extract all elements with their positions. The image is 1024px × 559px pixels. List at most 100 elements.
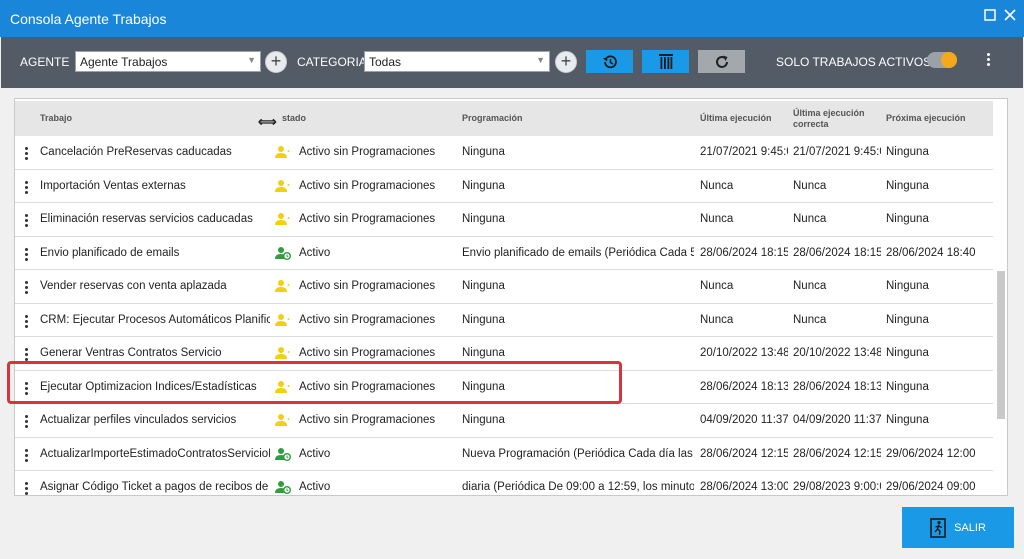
cell-ultima: Nunca xyxy=(700,213,734,225)
agente-label: AGENTE xyxy=(20,55,70,69)
column-header-programacion[interactable]: Programación xyxy=(462,101,523,136)
solo-activos-toggle[interactable] xyxy=(927,52,957,68)
column-header-ultima-correcta[interactable]: Última ejecución correcta xyxy=(793,101,878,136)
table-row[interactable]: Cancelación PreReservas caducadas Activo … xyxy=(15,136,993,170)
user-warning-icon xyxy=(275,212,291,226)
cell-trabajo: Actualizar perfiles vinculados servicios xyxy=(40,414,237,426)
user-clock-icon xyxy=(275,246,291,260)
cell-ultima: 28/06/2024 12:15: xyxy=(700,447,788,460)
delete-button[interactable] xyxy=(642,50,689,73)
cell-trabajo: Vender reservas con venta aplazada xyxy=(40,280,227,292)
table-row[interactable]: Importación Ventas externas Activo sin Pr… xyxy=(15,170,993,203)
table-row[interactable]: Ejecutar Optimizacion Indices/Estadístic… xyxy=(15,371,993,404)
scrollbar-thumb[interactable] xyxy=(997,271,1005,419)
row-menu-icon[interactable] xyxy=(23,214,29,228)
row-menu-icon[interactable] xyxy=(23,348,29,362)
row-menu-icon[interactable] xyxy=(23,247,29,262)
cell-ultima: 04/09/2020 11:37: xyxy=(700,414,788,426)
cell-correcta: 04/09/2020 11:37: xyxy=(793,414,881,426)
row-menu-icon[interactable] xyxy=(23,147,29,161)
add-categoria-button[interactable]: + xyxy=(555,51,577,73)
cell-estado: Activo sin Programaciones xyxy=(299,146,436,158)
categoria-select-value: Todas xyxy=(369,55,402,69)
user-warning-icon xyxy=(275,380,291,394)
row-menu-icon[interactable] xyxy=(23,314,29,329)
cell-estado: Activo sin Programaciones xyxy=(299,414,436,426)
cell-trabajo: Importación Ventas externas xyxy=(40,179,186,192)
grid-rows: Cancelación PreReservas caducadas Activo … xyxy=(15,136,993,495)
cell-proxima: Ninguna xyxy=(886,313,929,326)
cell-ultima: Nunca xyxy=(700,179,734,192)
table-row[interactable]: Generar Ventras Contratos Servicio Activo… xyxy=(15,337,993,371)
title-bar: Consola Agente Trabajos xyxy=(0,0,1024,37)
cell-estado: Activo sin Programaciones xyxy=(299,313,436,326)
cell-proxima: Ninguna xyxy=(886,179,929,192)
cell-estado: Activo xyxy=(299,246,331,259)
table-row[interactable]: Vender reservas con venta aplazada Activo… xyxy=(15,270,993,304)
exit-door-icon xyxy=(930,517,946,538)
column-header-estado[interactable]: stado xyxy=(282,101,306,136)
agente-select-value: Agente Trabajos xyxy=(80,55,168,69)
cell-programacion: Ninguna xyxy=(462,347,505,359)
row-menu-icon[interactable] xyxy=(23,448,29,463)
row-menu-icon[interactable] xyxy=(23,281,29,295)
exit-button-label: SALIR xyxy=(954,521,986,534)
table-row[interactable]: Envio planificado de emails Activo Envio p… xyxy=(15,237,993,270)
cell-programacion: Ninguna xyxy=(462,280,505,292)
agente-select[interactable]: Agente Trabajos ▼ xyxy=(75,51,261,72)
column-header-proxima-ejecucion[interactable]: Próxima ejecución xyxy=(886,101,966,136)
refresh-icon xyxy=(715,55,728,68)
chevron-down-icon: ▼ xyxy=(536,55,545,65)
vertical-scrollbar[interactable] xyxy=(996,136,1006,494)
cell-trabajo: CRM: Ejecutar Procesos Automáticos Plani… xyxy=(40,313,270,326)
exit-button[interactable]: SALIR xyxy=(902,507,1014,548)
column-header-ultima-ejecucion[interactable]: Última ejecución xyxy=(700,101,772,136)
user-warning-icon xyxy=(275,145,291,159)
grid-header: Trabajo stado Programación Última ejecuc… xyxy=(15,101,993,136)
more-options-icon[interactable] xyxy=(983,53,993,71)
cell-proxima: Ninguna xyxy=(886,347,929,359)
refresh-button[interactable] xyxy=(698,50,745,73)
cell-programacion: Ninguna xyxy=(462,313,505,326)
cell-correcta: 28/06/2024 18:15:0 xyxy=(793,246,881,259)
toolbar: AGENTE Agente Trabajos ▼ + CATEGORIA Tod… xyxy=(1,37,1023,88)
user-warning-icon xyxy=(275,413,291,427)
close-icon[interactable] xyxy=(1002,9,1018,25)
row-menu-icon[interactable] xyxy=(23,180,29,195)
row-menu-icon[interactable] xyxy=(23,381,29,396)
cell-trabajo: Ejecutar Optimizacion Indices/Estadístic… xyxy=(40,380,257,393)
cell-ultima: 28/06/2024 13:00: xyxy=(700,481,788,493)
cell-ultima: 28/06/2024 18:15:0 xyxy=(700,246,788,259)
table-row[interactable]: CRM: Ejecutar Procesos Automáticos Plani… xyxy=(15,304,993,337)
cell-proxima: Ninguna xyxy=(886,146,929,158)
table-row[interactable]: ActualizarImporteEstimadoContratosServic… xyxy=(15,438,993,471)
user-warning-icon xyxy=(275,313,291,327)
history-button[interactable] xyxy=(586,50,633,73)
resize-cursor-icon: ⟺ xyxy=(258,114,277,129)
table-row[interactable]: Asignar Código Ticket a pagos de recibos… xyxy=(15,471,993,495)
cell-proxima: Ninguna xyxy=(886,213,929,225)
table-row[interactable]: Eliminación reservas servicios caducadas… xyxy=(15,203,993,237)
cell-ultima: 20/10/2022 13:48: xyxy=(700,347,788,359)
column-header-trabajo[interactable]: Trabajo xyxy=(40,101,72,136)
cell-trabajo: ActualizarImporteEstimadoContratosServic… xyxy=(40,447,270,460)
row-menu-icon[interactable] xyxy=(23,415,29,429)
cell-estado: Activo sin Programaciones xyxy=(299,280,436,292)
table-row[interactable]: Actualizar perfiles vinculados servicios… xyxy=(15,404,993,438)
categoria-select[interactable]: Todas ▼ xyxy=(364,51,550,72)
chevron-down-icon: ▼ xyxy=(247,55,256,65)
user-warning-icon xyxy=(275,279,291,293)
row-menu-icon[interactable] xyxy=(23,482,29,495)
cell-proxima: 28/06/2024 18:40 xyxy=(886,246,976,259)
history-icon xyxy=(602,54,617,68)
user-clock-icon xyxy=(275,447,291,461)
cell-estado: Activo xyxy=(299,447,331,460)
user-warning-icon xyxy=(275,179,291,193)
cell-programacion: Ninguna xyxy=(462,380,505,393)
add-agente-button[interactable]: + xyxy=(265,51,287,73)
cell-estado: Activo sin Programaciones xyxy=(299,347,436,359)
window-title: Consola Agente Trabajos xyxy=(10,11,167,27)
maximize-icon[interactable] xyxy=(982,9,998,25)
cell-programacion: Ninguna xyxy=(462,414,505,426)
cell-correcta: Nunca xyxy=(793,213,827,225)
